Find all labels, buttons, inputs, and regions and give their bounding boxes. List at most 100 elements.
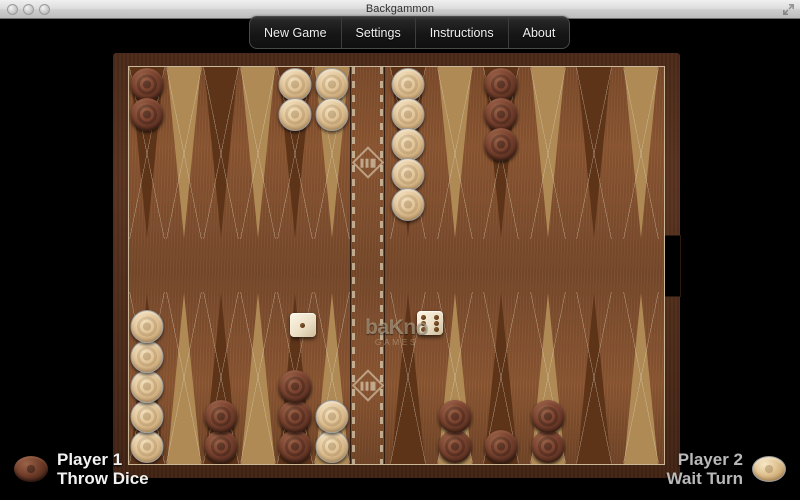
board-point-10[interactable] — [525, 67, 572, 266]
checker-light[interactable] — [392, 98, 425, 131]
checker-light[interactable] — [392, 158, 425, 191]
player-2-checker-icon — [752, 456, 786, 482]
die-pip — [434, 327, 439, 332]
menu-item-settings[interactable]: Settings — [342, 17, 416, 48]
board-point-8[interactable] — [432, 67, 479, 266]
player-2-name: Player 2 — [667, 450, 743, 469]
point-outline — [623, 67, 658, 239]
die-pip — [421, 327, 426, 332]
checker-dark[interactable] — [131, 68, 164, 101]
window-controls — [7, 4, 50, 15]
player-1-status: Throw Dice — [57, 469, 149, 488]
close-button[interactable] — [7, 4, 18, 15]
menu-item-new-game[interactable]: New Game — [250, 17, 342, 48]
checker-light[interactable] — [131, 340, 164, 373]
die-pip — [421, 321, 426, 326]
die-pip — [421, 315, 426, 320]
player-1-panel[interactable]: Player 1 Throw Dice — [14, 450, 149, 488]
checker-dark[interactable] — [485, 430, 518, 463]
checker-dark[interactable] — [485, 68, 518, 101]
checker-light[interactable] — [315, 400, 348, 433]
main-menu-bar: New Game Settings Instructions About — [249, 16, 570, 49]
checker-dark[interactable] — [531, 400, 564, 433]
checker-light[interactable] — [315, 430, 348, 463]
point-outline — [167, 292, 202, 464]
checker-dark[interactable] — [438, 400, 471, 433]
board-point-21[interactable] — [478, 266, 525, 465]
board-point-1[interactable] — [129, 67, 166, 266]
checker-dark[interactable] — [531, 430, 564, 463]
board-point-7[interactable] — [385, 67, 432, 266]
checker-light[interactable] — [131, 400, 164, 433]
zoom-button[interactable] — [39, 4, 50, 15]
fullscreen-icon[interactable] — [783, 4, 794, 15]
point-outline — [240, 67, 275, 239]
board-point-17[interactable] — [276, 266, 313, 465]
checker-light[interactable] — [131, 370, 164, 403]
checker-dark[interactable] — [205, 400, 238, 433]
checker-dark[interactable] — [278, 430, 311, 463]
board-half-right — [385, 67, 664, 464]
board-point-18[interactable] — [313, 266, 350, 465]
bar-dash-right — [380, 67, 383, 464]
player-1-checker-icon — [14, 456, 48, 482]
player-2-panel[interactable]: Player 2 Wait Turn — [667, 450, 786, 488]
backgammon-app: Backgammon New Game Settings Instruction… — [0, 0, 800, 500]
player-1-info: Player 1 Throw Dice — [57, 450, 149, 488]
board-bar[interactable] — [350, 67, 385, 464]
checker-dark[interactable] — [205, 430, 238, 463]
right-die[interactable] — [417, 311, 443, 335]
point-outline — [623, 292, 658, 464]
left-die[interactable] — [290, 313, 316, 337]
checker-light[interactable] — [315, 98, 348, 131]
checker-dark[interactable] — [438, 430, 471, 463]
die-pip — [434, 321, 439, 326]
point-outline — [204, 67, 239, 239]
board-point-5[interactable] — [276, 67, 313, 266]
board-point-22[interactable] — [525, 266, 572, 465]
point-outline — [437, 67, 472, 239]
board-playing-surface[interactable]: baKno GAMES — [128, 66, 665, 465]
board-point-11[interactable] — [571, 67, 618, 266]
board-point-12[interactable] — [618, 67, 665, 266]
checker-light[interactable] — [315, 68, 348, 101]
board-point-16[interactable] — [239, 266, 276, 465]
minimize-button[interactable] — [23, 4, 34, 15]
window-title: Backgammon — [0, 3, 800, 15]
board-point-14[interactable] — [166, 266, 203, 465]
checker-dark[interactable] — [131, 98, 164, 131]
board-frame: baKno GAMES — [113, 53, 680, 478]
die-pip — [300, 323, 305, 328]
checker-light[interactable] — [392, 128, 425, 161]
checker-light[interactable] — [392, 68, 425, 101]
bar-ornament-top — [351, 146, 384, 179]
checker-light[interactable] — [278, 98, 311, 131]
die-pip — [434, 315, 439, 320]
board-point-6[interactable] — [313, 67, 350, 266]
menu-item-about[interactable]: About — [509, 17, 570, 48]
board-point-24[interactable] — [618, 266, 665, 465]
point-outline — [530, 67, 565, 239]
checker-dark[interactable] — [485, 128, 518, 161]
board-point-4[interactable] — [239, 67, 276, 266]
checker-dark[interactable] — [485, 98, 518, 131]
point-outline — [577, 292, 612, 464]
board-point-23[interactable] — [571, 266, 618, 465]
board-point-3[interactable] — [203, 67, 240, 266]
point-outline — [167, 67, 202, 239]
checker-light[interactable] — [131, 310, 164, 343]
menu-item-instructions[interactable]: Instructions — [416, 17, 509, 48]
board-point-15[interactable] — [203, 266, 240, 465]
point-outline — [577, 67, 612, 239]
checker-light[interactable] — [278, 68, 311, 101]
board-point-2[interactable] — [166, 67, 203, 266]
checker-dark[interactable] — [278, 400, 311, 433]
board-point-19[interactable] — [385, 266, 432, 465]
checker-dark[interactable] — [278, 370, 311, 403]
checker-light[interactable] — [392, 188, 425, 221]
board-point-13[interactable] — [129, 266, 166, 465]
board-point-20[interactable] — [432, 266, 479, 465]
board-half-left — [129, 67, 350, 464]
bar-ornament-bottom-inlay — [360, 381, 375, 390]
board-point-9[interactable] — [478, 67, 525, 266]
